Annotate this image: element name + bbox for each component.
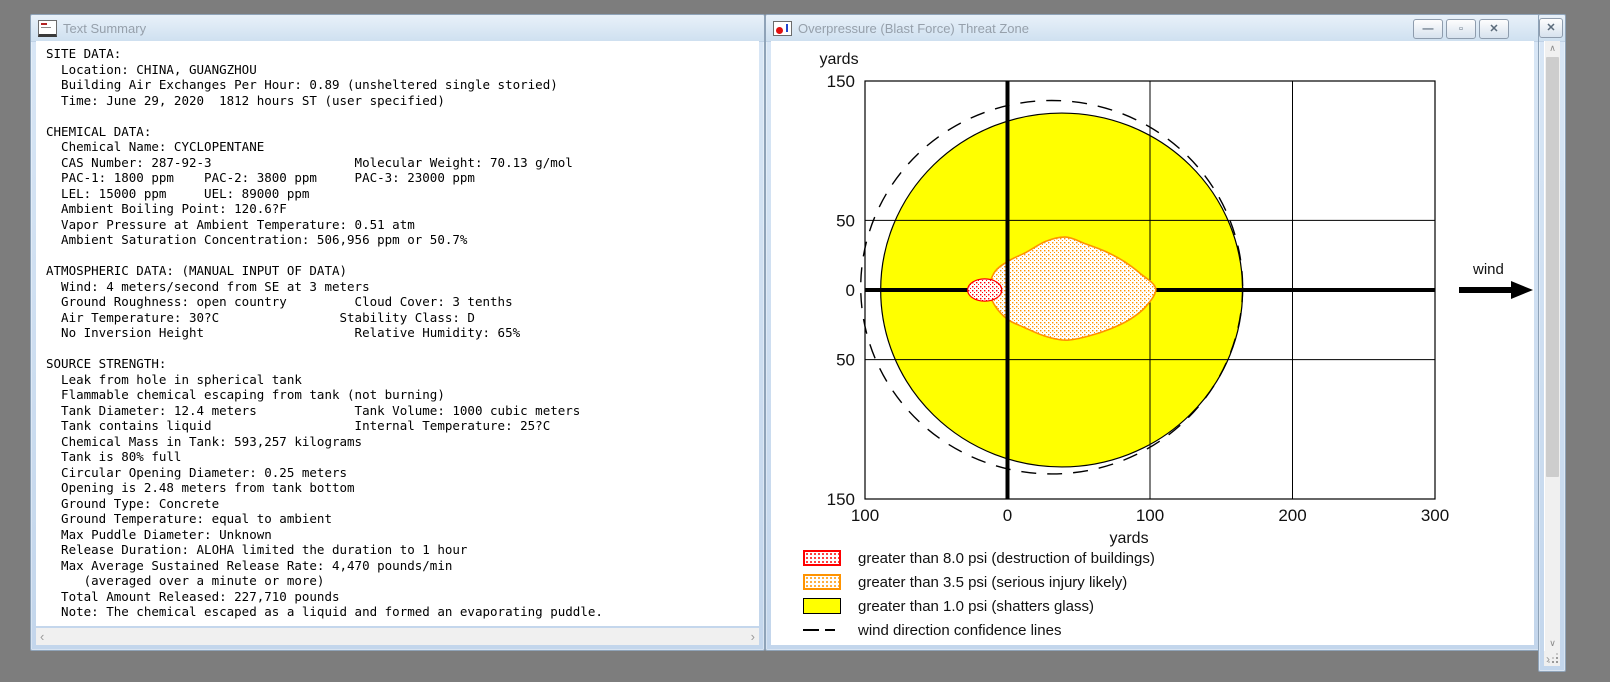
y-tick-label: 50 (836, 351, 855, 370)
text-summary-horizontal-scrollbar[interactable]: ‹ › (36, 628, 759, 645)
legend-label-injury: greater than 3.5 psi (serious injury lik… (858, 573, 1128, 591)
zone-8psi-destruction (966, 278, 1003, 302)
x-tick-label: 300 (1421, 506, 1449, 525)
scroll-right-arrow[interactable]: › (747, 630, 759, 643)
background-window-body: ∧ ∨ › (1544, 41, 1560, 666)
background-bottom-strip[interactable]: › (1544, 651, 1560, 666)
legend-item-glass: greater than 1.0 psi (shatters glass) (803, 594, 1155, 618)
background-close-button[interactable]: ✕ (1539, 18, 1563, 38)
legend-swatch-injury (803, 574, 841, 590)
restore-button[interactable]: ▫ (1446, 19, 1476, 39)
text-summary-titlebar[interactable]: Text Summary (31, 15, 764, 42)
overpressure-titlebar[interactable]: Overpressure (Blast Force) Threat Zone —… (766, 15, 1539, 42)
x-tick-label: 100 (1136, 506, 1164, 525)
legend-label-destruction: greater than 8.0 psi (destruction of bui… (858, 549, 1155, 567)
x-axis-label: yards (1109, 530, 1148, 547)
legend-item-confidence: wind direction confidence lines (803, 618, 1155, 642)
minimize-button[interactable]: — (1413, 19, 1443, 39)
threat-zone-legend: greater than 8.0 psi (destruction of bui… (803, 546, 1155, 642)
text-document-icon (38, 19, 57, 37)
scroll-down-arrow[interactable]: ∨ (1545, 636, 1560, 651)
y-tick-label: 50 (836, 211, 855, 230)
text-summary-title: Text Summary (63, 20, 147, 36)
y-tick-label: 150 (827, 72, 855, 91)
threat-zone-chart-icon (773, 20, 792, 36)
background-window-sliver: ✕ ∧ ∨ › (1538, 14, 1566, 672)
overpressure-threat-zone-window: Overpressure (Blast Force) Threat Zone —… (765, 14, 1540, 651)
scroll-left-arrow[interactable]: ‹ (36, 630, 48, 643)
legend-swatch-confidence (803, 629, 841, 631)
legend-swatch-destruction (803, 550, 841, 566)
scrollbar-thumb[interactable] (1546, 57, 1559, 477)
threat-zone-chart-area: 150 50 0 50 150 100 0 100 200 300 yards yards wind g… (771, 41, 1534, 645)
wind-label: wind (1472, 261, 1504, 278)
y-tick-label: 0 (846, 281, 855, 300)
legend-label-confidence: wind direction confidence lines (858, 621, 1062, 639)
text-summary-text[interactable]: SITE DATA: Location: CHINA, GUANGZHOU Bu… (36, 41, 759, 626)
legend-swatch-glass (803, 598, 841, 614)
vertical-scrollbar[interactable]: ∧ ∨ (1545, 41, 1560, 651)
legend-item-injury: greater than 3.5 psi (serious injury lik… (803, 570, 1155, 594)
background-window-titlebar[interactable]: ✕ (1539, 15, 1565, 42)
legend-item-destruction: greater than 8.0 psi (destruction of bui… (803, 546, 1155, 570)
close-button[interactable]: ✕ (1479, 19, 1509, 39)
overpressure-title: Overpressure (Blast Force) Threat Zone (798, 20, 1029, 36)
x-tick-label: 200 (1278, 506, 1306, 525)
scroll-up-arrow[interactable]: ∧ (1545, 41, 1560, 56)
resize-grip[interactable] (1550, 654, 1558, 663)
legend-label-glass: greater than 1.0 psi (shatters glass) (858, 597, 1094, 615)
x-tick-label: 100 (851, 506, 879, 525)
x-tick-label: 0 (1003, 506, 1012, 525)
text-summary-content-area: SITE DATA: Location: CHINA, GUANGZHOU Bu… (36, 41, 759, 626)
y-axis-label: yards (819, 51, 858, 68)
text-summary-window: Text Summary SITE DATA: Location: CHINA,… (30, 14, 765, 651)
